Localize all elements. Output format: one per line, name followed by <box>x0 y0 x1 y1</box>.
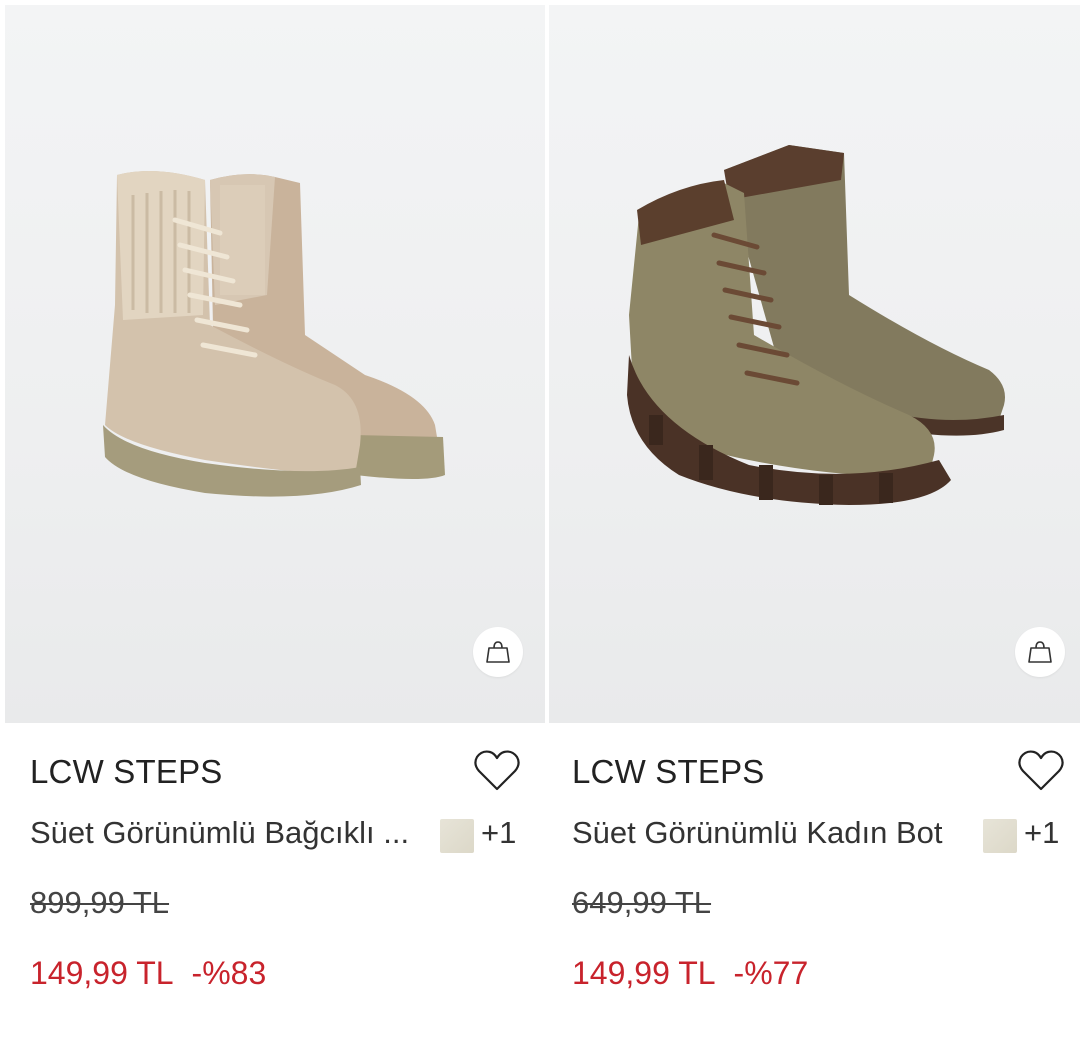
color-swatch[interactable] <box>983 819 1017 853</box>
shopping-bag-icon <box>486 641 510 663</box>
old-price: 649,99 TL <box>572 885 712 920</box>
product-image[interactable] <box>5 5 545 723</box>
product-card[interactable]: LCW STEPS Süet Görünümlü Kadın Bot +1 64… <box>549 5 1080 1050</box>
heart-icon[interactable] <box>471 747 523 793</box>
color-swatch[interactable] <box>440 819 474 853</box>
sale-price: 149,99 TL <box>572 955 716 991</box>
old-price: 899,99 TL <box>30 885 170 920</box>
discount-badge: -%77 <box>733 955 809 991</box>
more-colors-count[interactable]: +1 <box>1024 815 1059 851</box>
brand-name: LCW STEPS <box>30 753 223 790</box>
add-to-cart-button[interactable] <box>473 627 523 677</box>
add-to-cart-button[interactable] <box>1015 627 1065 677</box>
product-name[interactable]: Süet Görünümlü Bağcıklı ... <box>30 815 409 851</box>
beige-boots-image <box>103 171 445 497</box>
more-colors-count[interactable]: +1 <box>481 815 516 851</box>
brand-name: LCW STEPS <box>572 753 765 790</box>
product-name[interactable]: Süet Görünümlü Kadın Bot <box>572 815 943 851</box>
sale-price-row: 149,99 TL -%83 <box>30 955 266 992</box>
product-image[interactable] <box>549 5 1080 723</box>
sale-price: 149,99 TL <box>30 955 174 991</box>
khaki-boots-image <box>627 145 1005 505</box>
shopping-bag-icon <box>1028 641 1052 663</box>
product-card[interactable]: LCW STEPS Süet Görünümlü Bağcıklı ... +1… <box>5 5 545 1050</box>
discount-badge: -%83 <box>191 955 267 991</box>
sale-price-row: 149,99 TL -%77 <box>572 955 808 992</box>
heart-icon[interactable] <box>1015 747 1067 793</box>
product-grid: LCW STEPS Süet Görünümlü Bağcıklı ... +1… <box>0 0 1080 1050</box>
